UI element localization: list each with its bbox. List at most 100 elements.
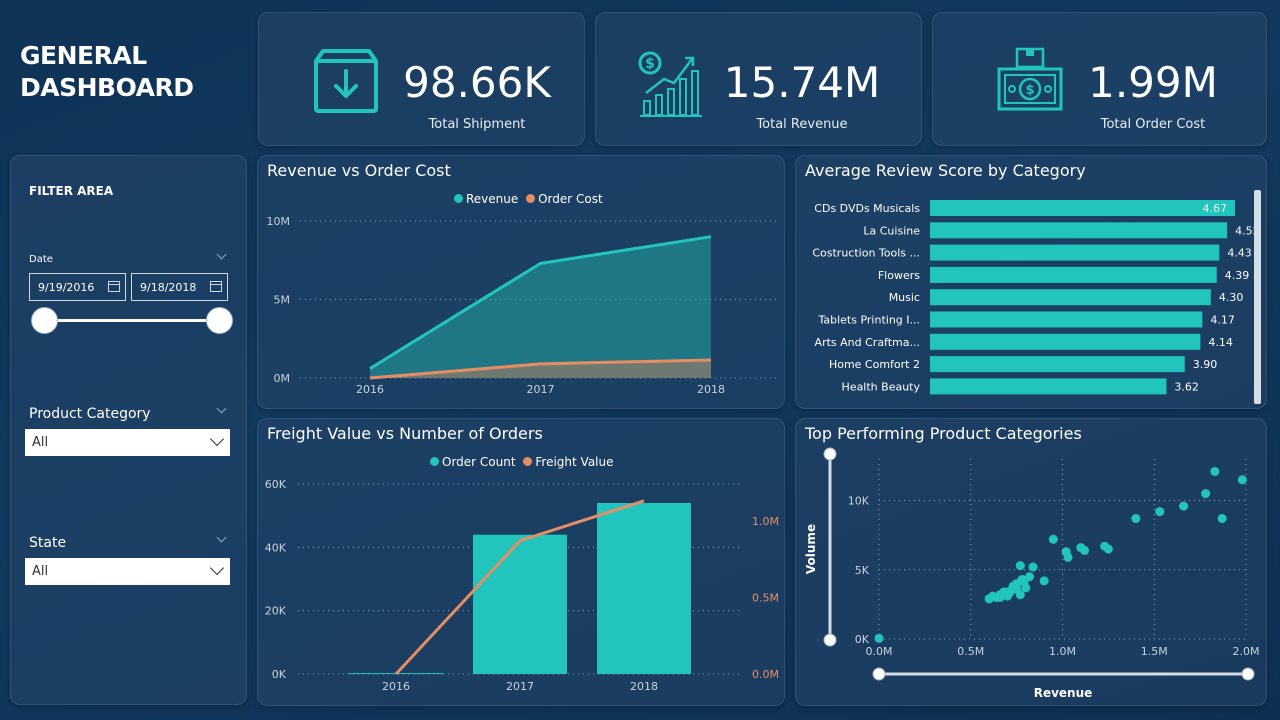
date-end-value: 9/18/2018 — [140, 281, 197, 294]
kpi-label-total-shipment: Total Shipment — [428, 117, 526, 132]
kpi-label-total-revenue: Total Revenue — [756, 117, 848, 132]
x-zoom-slider-handle[interactable] — [872, 667, 886, 681]
product-category-label: Product Category — [29, 406, 151, 422]
review-bar — [930, 289, 1211, 306]
page-title: GENERAL DASHBOARD — [20, 40, 194, 104]
review-bar — [930, 356, 1185, 373]
x-tick-label: 2017 — [506, 680, 534, 693]
x-tick-label: 2016 — [356, 383, 384, 396]
scatter-point — [1201, 489, 1211, 499]
review-bar — [930, 333, 1201, 350]
revenue-vs-order-cost-panel: Revenue vs Order Cost Revenue Order Cost… — [257, 155, 785, 409]
category-label: CDs DVDs Musicals — [814, 202, 920, 215]
money-package-icon: $ — [997, 47, 1063, 111]
kpi-value-total-revenue: 15.74M — [723, 58, 881, 107]
date-range-slider-end-handle[interactable] — [206, 307, 233, 334]
svg-text:$: $ — [645, 56, 655, 72]
y-zoom-slider-handle[interactable] — [823, 447, 837, 461]
date-end-input[interactable]: 9/18/2018 — [131, 273, 228, 301]
freight-vs-orders-panel: Freight Value vs Number of Orders Order … — [257, 418, 785, 706]
scatter-point — [1039, 576, 1049, 586]
category-label: Flowers — [878, 269, 920, 282]
y-tick-label-left: 40K — [265, 541, 287, 554]
scatter-point — [874, 633, 884, 643]
filter-area-title: FILTER AREA — [29, 184, 114, 198]
y-tick-label-right: 1.0M — [752, 515, 779, 528]
scatter-point — [1131, 514, 1141, 524]
review-bar — [930, 378, 1167, 395]
scatter-point — [1028, 562, 1038, 572]
calendar-icon[interactable] — [108, 281, 120, 292]
date-range-slider-start-handle[interactable] — [31, 307, 58, 334]
kpi-value-total-order-cost: 1.99M — [1088, 58, 1218, 107]
x-tick-label: 0.5M — [957, 645, 984, 658]
state-selected-value: All — [32, 564, 49, 579]
y-tick-label: 10M — [267, 215, 291, 228]
scatter-point — [1155, 507, 1165, 517]
chevron-down-icon — [209, 431, 225, 447]
scatter-point — [1015, 561, 1025, 571]
kpi-card-total-order-cost: $ 1.99M Total Order Cost — [932, 12, 1267, 146]
y-tick-label-left: 20K — [265, 605, 287, 618]
x-axis-label: Revenue — [1034, 686, 1093, 700]
date-start-value: 9/19/2016 — [38, 281, 95, 294]
review-score-scrollbar[interactable] — [1254, 190, 1261, 404]
category-label: Costruction Tools ... — [812, 247, 920, 260]
box-download-icon — [314, 49, 378, 113]
x-tick-label: 2017 — [527, 383, 555, 396]
x-tick-label: 2016 — [382, 680, 410, 693]
review-bar — [930, 200, 1235, 216]
review-bar — [930, 266, 1217, 283]
review-score-chart: CDs DVDs Musicals 4.67La Cuisine 4.55Costr… — [812, 200, 1260, 395]
scatter-point — [1063, 552, 1073, 562]
bar-value-label: 4.17 — [1210, 314, 1235, 327]
revenue-growth-icon: $ — [638, 51, 702, 117]
scatter-point — [1210, 466, 1220, 476]
bar-value-label: 4.14 — [1208, 336, 1233, 349]
x-tick-label: 2.0M — [1233, 645, 1260, 658]
scatter-point — [1004, 588, 1014, 598]
bar-value-label: 4.43 — [1227, 247, 1252, 260]
y-tick-label: 5M — [274, 294, 291, 307]
product-category-dropdown[interactable]: All — [25, 429, 230, 456]
review-bar — [930, 244, 1220, 261]
scatter-point — [1237, 475, 1247, 485]
revenue-area — [370, 236, 711, 378]
category-label: Music — [889, 291, 920, 304]
date-filter-label: Date — [29, 254, 53, 265]
y-tick-label: 5K — [855, 564, 870, 577]
y-axis-label: Volume — [804, 524, 818, 574]
scatter-point — [1048, 534, 1058, 544]
y-tick-label: 0K — [855, 633, 870, 646]
calendar-icon[interactable] — [210, 281, 222, 292]
category-label: La Cuisine — [863, 224, 920, 237]
chevron-down-icon — [209, 560, 225, 576]
revenue-vs-order-cost-chart: 0M 5M 10M 2016 2017 2018 — [267, 215, 778, 396]
review-bar — [930, 222, 1228, 239]
order-count-bar — [597, 503, 691, 674]
scatter-point — [1217, 514, 1227, 524]
date-range-slider-track[interactable] — [44, 319, 219, 322]
bar-value-label: 4.30 — [1219, 291, 1244, 304]
page-title-line1: GENERAL — [20, 41, 147, 70]
y-tick-label-right: 0.5M — [752, 591, 779, 604]
bar-value-label: 3.62 — [1174, 380, 1199, 393]
scatter-point — [1179, 501, 1189, 511]
x-zoom-slider-handle[interactable] — [1241, 667, 1255, 681]
kpi-card-total-shipment: 98.66K Total Shipment — [258, 12, 585, 146]
svg-text:$: $ — [1025, 83, 1034, 98]
date-start-input[interactable]: 9/19/2016 — [29, 273, 126, 301]
bar-value-label: 4.39 — [1225, 269, 1250, 282]
y-tick-label: 10K — [848, 495, 870, 508]
state-dropdown[interactable]: All — [25, 558, 230, 585]
y-tick-label-right: 0.0M — [752, 668, 779, 681]
bar-value-label: 3.90 — [1193, 358, 1218, 371]
order-count-bar — [473, 534, 567, 674]
category-label: Arts And Craftma... — [815, 336, 920, 349]
y-zoom-slider-handle[interactable] — [823, 633, 837, 647]
freight-vs-orders-chart: 0K 20K 40K 60K 0.0M 0.5M 1.0M 2016 2017 2018 — [265, 478, 779, 693]
scatter-point — [1103, 544, 1113, 554]
page-title-line2: DASHBOARD — [20, 73, 194, 102]
x-tick-label: 2018 — [630, 680, 658, 693]
review-bar — [930, 311, 1203, 328]
